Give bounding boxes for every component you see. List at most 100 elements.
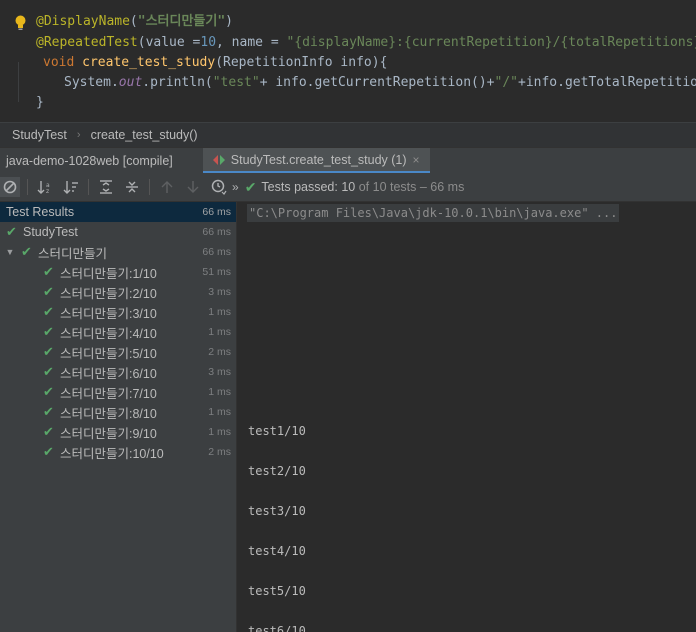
- tree-node-label: 스터디만들기:6/10: [60, 366, 157, 381]
- static-field-token: out: [118, 75, 143, 90]
- toolbar-divider: [149, 179, 150, 195]
- tree-node-repetition[interactable]: ✔ 스터디만들기:1/10 51 ms: [0, 262, 236, 282]
- tree-node-duration: 1 ms: [208, 406, 231, 418]
- tree-node-label: 스터디만들기:8/10: [60, 406, 157, 421]
- console-line: test4/10: [248, 544, 306, 558]
- annotation-token: @DisplayName: [36, 14, 130, 29]
- tree-node-duration: 1 ms: [208, 306, 231, 318]
- check-icon: ✔: [43, 344, 54, 359]
- svg-text:z: z: [46, 188, 49, 194]
- check-icon: ✔: [21, 244, 32, 259]
- indent-guide: [18, 62, 19, 102]
- tree-node-duration: 2 ms: [208, 346, 231, 358]
- tree-node-repetition[interactable]: ✔ 스터디만들기:6/10 3 ms: [0, 362, 236, 382]
- method-name-token: create_test_study: [82, 55, 216, 70]
- toolbar-divider: [27, 179, 28, 195]
- tree-node-label: 스터디만들기:9/10: [60, 426, 157, 441]
- breadcrumb-item-class[interactable]: StudyTest: [0, 128, 67, 142]
- console-command-line[interactable]: "C:\Program Files\Java\jdk-10.0.1\bin\ja…: [247, 204, 620, 222]
- tree-node-repetition[interactable]: ✔ 스터디만들기:3/10 1 ms: [0, 302, 236, 322]
- tree-root-test-results[interactable]: Test Results 66 ms: [0, 202, 236, 222]
- test-status: ✔ Tests passed: 10 of 10 tests – 66 ms: [245, 179, 465, 196]
- tree-node-label: 스터디만들기:2/10: [60, 286, 157, 301]
- tree-node-repetition[interactable]: ✔ 스터디만들기:8/10 1 ms: [0, 402, 236, 422]
- code-line-1[interactable]: @DisplayName("스터디만들기"): [36, 12, 233, 32]
- sort-by-duration-icon[interactable]: [61, 177, 81, 197]
- number-token: 10: [200, 35, 217, 50]
- string-token: "스터디만들기": [137, 14, 226, 29]
- tree-node-duration: 3 ms: [208, 366, 231, 378]
- breadcrumb: StudyTest › create_test_study(): [0, 122, 696, 147]
- tree-node-duration: 2 ms: [208, 446, 231, 458]
- console-output[interactable]: "C:\Program Files\Java\jdk-10.0.1\bin\ja…: [237, 202, 696, 632]
- code-line-5[interactable]: }: [36, 93, 44, 113]
- tree-node-label: 스터디만들기: [38, 246, 108, 261]
- tree-node-repetition[interactable]: ✔ 스터디만들기:9/10 1 ms: [0, 422, 236, 442]
- console-line: test6/10: [248, 624, 306, 632]
- breadcrumb-item-method[interactable]: create_test_study(): [81, 128, 198, 142]
- tree-node-studytest[interactable]: ✔ StudyTest 66 ms: [0, 222, 236, 242]
- chevron-right-icon: ›: [76, 129, 81, 141]
- tree-node-repetition[interactable]: ✔ 스터디만들기:4/10 1 ms: [0, 322, 236, 342]
- arrow-up-icon[interactable]: [157, 177, 177, 197]
- test-toolbar: az » ✔ Tests passed: 10 of 10 tests – 66…: [0, 173, 696, 202]
- tree-node-duration: 1 ms: [208, 386, 231, 398]
- tree-node-duration: 1 ms: [208, 326, 231, 338]
- code-editor[interactable]: @DisplayName("스터디만들기") @RepeatedTest(val…: [0, 0, 696, 122]
- tree-node-duration: 51 ms: [202, 266, 231, 278]
- keyword-token: void: [43, 55, 75, 70]
- check-icon: ✔: [43, 364, 54, 379]
- test-results-tree: Test Results 66 ms ✔ StudyTest 66 ms ▼ ✔…: [0, 202, 236, 632]
- console-line: test2/10: [248, 464, 306, 478]
- console-line: test5/10: [248, 584, 306, 598]
- sort-alphabetically-icon[interactable]: az: [35, 177, 55, 197]
- tree-node-duration: 66 ms: [202, 206, 231, 218]
- tab-label: java-demo-1028web [compile]: [6, 154, 173, 168]
- check-icon: ✔: [43, 324, 54, 339]
- more-actions-icon[interactable]: »: [232, 180, 239, 194]
- code-line-4[interactable]: System.out.println("test"+ info.getCurre…: [64, 73, 696, 93]
- tree-node-duration: 1 ms: [208, 426, 231, 438]
- status-summary: of 10 tests – 66 ms: [358, 180, 465, 194]
- annotation-token: @RepeatedTest: [36, 35, 138, 50]
- tree-node-repetition[interactable]: ✔ 스터디만들기:7/10 1 ms: [0, 382, 236, 402]
- check-icon: ✔: [6, 224, 17, 239]
- tree-node-label: Test Results: [6, 205, 75, 219]
- check-icon: ✔: [43, 304, 54, 319]
- expand-all-icon[interactable]: [96, 177, 116, 197]
- tree-node-label: 스터디만들기:5/10: [60, 346, 157, 361]
- run-tab-bar: java-demo-1028web [compile] StudyTest.cr…: [0, 147, 696, 174]
- test-history-icon[interactable]: [209, 177, 229, 197]
- tree-node-method[interactable]: ▼ ✔ 스터디만들기 66 ms: [0, 242, 236, 262]
- tab-compile[interactable]: java-demo-1028web [compile]: [0, 148, 179, 174]
- tree-node-duration: 3 ms: [208, 286, 231, 298]
- lightbulb-icon[interactable]: [15, 15, 26, 31]
- string-token: "{displayName}:{currentRepetition}/{tota…: [286, 35, 696, 50]
- tree-node-label: 스터디만들기:10/10: [60, 446, 164, 461]
- check-icon: ✔: [43, 264, 54, 279]
- collapse-all-icon[interactable]: [122, 177, 142, 197]
- tree-node-repetition[interactable]: ✔ 스터디만들기:2/10 3 ms: [0, 282, 236, 302]
- check-icon: ✔: [43, 384, 54, 399]
- tree-node-label: 스터디만들기:1/10: [60, 266, 157, 281]
- tree-node-label: 스터디만들기:7/10: [60, 386, 157, 401]
- test-run-icon: [212, 154, 225, 165]
- check-icon: ✔: [43, 424, 54, 439]
- tab-label: StudyTest.create_test_study (1): [230, 152, 407, 167]
- console-line: test3/10: [248, 504, 306, 518]
- stop-icon[interactable]: [0, 177, 20, 197]
- chevron-down-icon[interactable]: ▼: [3, 247, 17, 257]
- code-line-2[interactable]: @RepeatedTest(value =10, name = "{displa…: [36, 33, 696, 53]
- tree-node-duration: 66 ms: [202, 226, 231, 238]
- check-icon: ✔: [43, 404, 54, 419]
- code-line-3[interactable]: void create_test_study(RepetitionInfo in…: [43, 53, 387, 73]
- tree-node-duration: 66 ms: [202, 246, 231, 258]
- check-icon: ✔: [43, 444, 54, 459]
- check-icon: ✔: [244, 178, 257, 195]
- close-icon[interactable]: ×: [413, 153, 420, 167]
- tree-node-repetition[interactable]: ✔ 스터디만들기:10/10 2 ms: [0, 442, 236, 462]
- check-icon: ✔: [43, 284, 54, 299]
- arrow-down-icon[interactable]: [183, 177, 203, 197]
- tab-test-run[interactable]: StudyTest.create_test_study (1) ×: [202, 148, 430, 174]
- tree-node-repetition[interactable]: ✔ 스터디만들기:5/10 2 ms: [0, 342, 236, 362]
